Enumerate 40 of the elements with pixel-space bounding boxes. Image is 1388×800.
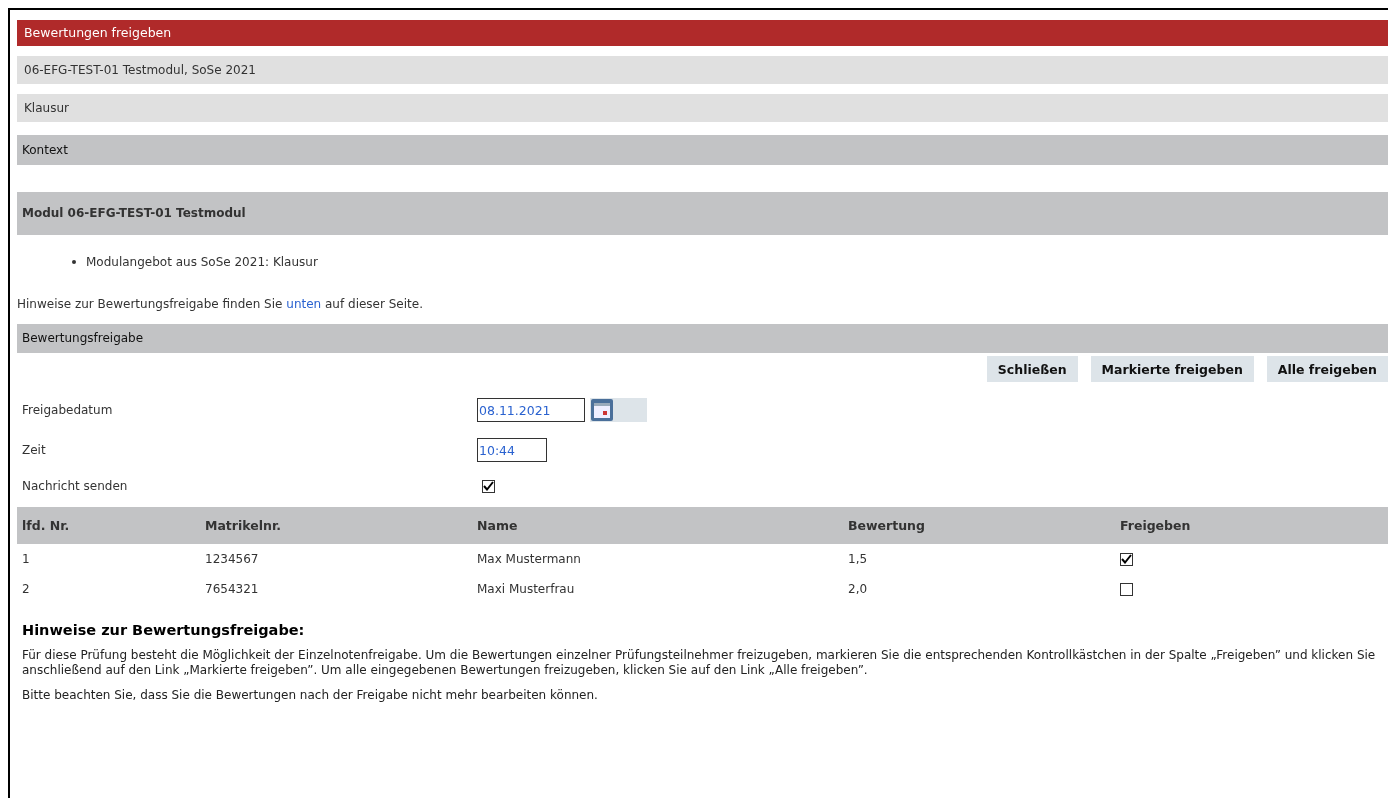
info-row: 06-EFG-TEST-01 Testmodul, SoSe 2021 — [17, 56, 1388, 84]
date-field[interactable]: 08.11.2021 — [477, 398, 585, 422]
table-cell-text: 2,0 — [848, 582, 869, 596]
column-header: Matrikelnr. — [205, 518, 283, 533]
section-heading: Kontext — [17, 135, 1388, 165]
module-item: Modulangebot aus SoSe 2021: Klausur — [86, 255, 318, 269]
form-label: Freigabedatum — [22, 403, 114, 417]
checkmark-icon — [1121, 554, 1132, 564]
checkmark-icon — [483, 481, 494, 491]
checkbox[interactable] — [1120, 552, 1133, 566]
action-button[interactable]: Markierte freigeben — [1090, 356, 1254, 382]
form-label: Nachricht senden — [22, 479, 129, 493]
time-field[interactable]: 10:44 — [477, 438, 547, 462]
section-heading: Bewertungsfreigabe — [17, 324, 1388, 353]
table-cell-text: Max Mustermann — [477, 552, 582, 566]
table-cell-text: 2 — [22, 582, 31, 596]
module-heading: Modul 06-EFG-TEST-01 Testmodul — [17, 192, 1388, 235]
page-title: Bewertungen freigeben — [17, 20, 1388, 46]
column-header: Bewertung — [848, 518, 926, 533]
checkbox[interactable] — [1120, 582, 1133, 596]
table-cell-text: 1,5 — [848, 552, 869, 566]
notes-heading: Hinweise zur Bewertungsfreigabe: — [22, 622, 306, 638]
notes-paragraph: Für diese Prüfung besteht die Möglichkeit der Einzelnotenfreigabe. Um die Bewertungen einzelner Prüfungsteilnehmer freizugeben, markieren Sie die entsprechenden Kontrollkästchen in der Spalte „Freigeben” und klicken Sie anschließend auf den Link „Markierte freigeben”. Um alle eingegebenen Bewertungen freizugeben, klicken Sie auf den Link „Alle freigeben”. — [22, 648, 1377, 678]
checkbox[interactable] — [482, 479, 495, 493]
action-button[interactable]: Alle freigeben — [1266, 356, 1388, 382]
action-button[interactable]: Schließen — [986, 356, 1078, 382]
notes-paragraph: Bitte beachten Sie, dass Sie die Bewertungen nach der Freigabe nicht mehr bearbeiten können. — [22, 688, 599, 703]
bottom-link[interactable]: unten — [286, 297, 322, 311]
calendar-icon[interactable] — [590, 398, 614, 422]
column-header: Name — [477, 518, 519, 533]
info-row: Klausur — [17, 94, 1388, 122]
table-cell-text: 1234567 — [205, 552, 260, 566]
column-header: Freigeben — [1120, 518, 1192, 533]
column-header: lfd. Nr. — [22, 518, 71, 533]
table-cell-text: 1 — [22, 552, 31, 566]
form-label: Zeit — [22, 443, 47, 457]
hint-text: Hinweise zur Bewertungsfreigabe finden Sie unten auf dieser Seite. — [17, 297, 424, 311]
table-cell-text: Maxi Musterfrau — [477, 582, 576, 596]
table-cell-text: 7654321 — [205, 582, 260, 596]
bullet-icon — [72, 260, 76, 264]
